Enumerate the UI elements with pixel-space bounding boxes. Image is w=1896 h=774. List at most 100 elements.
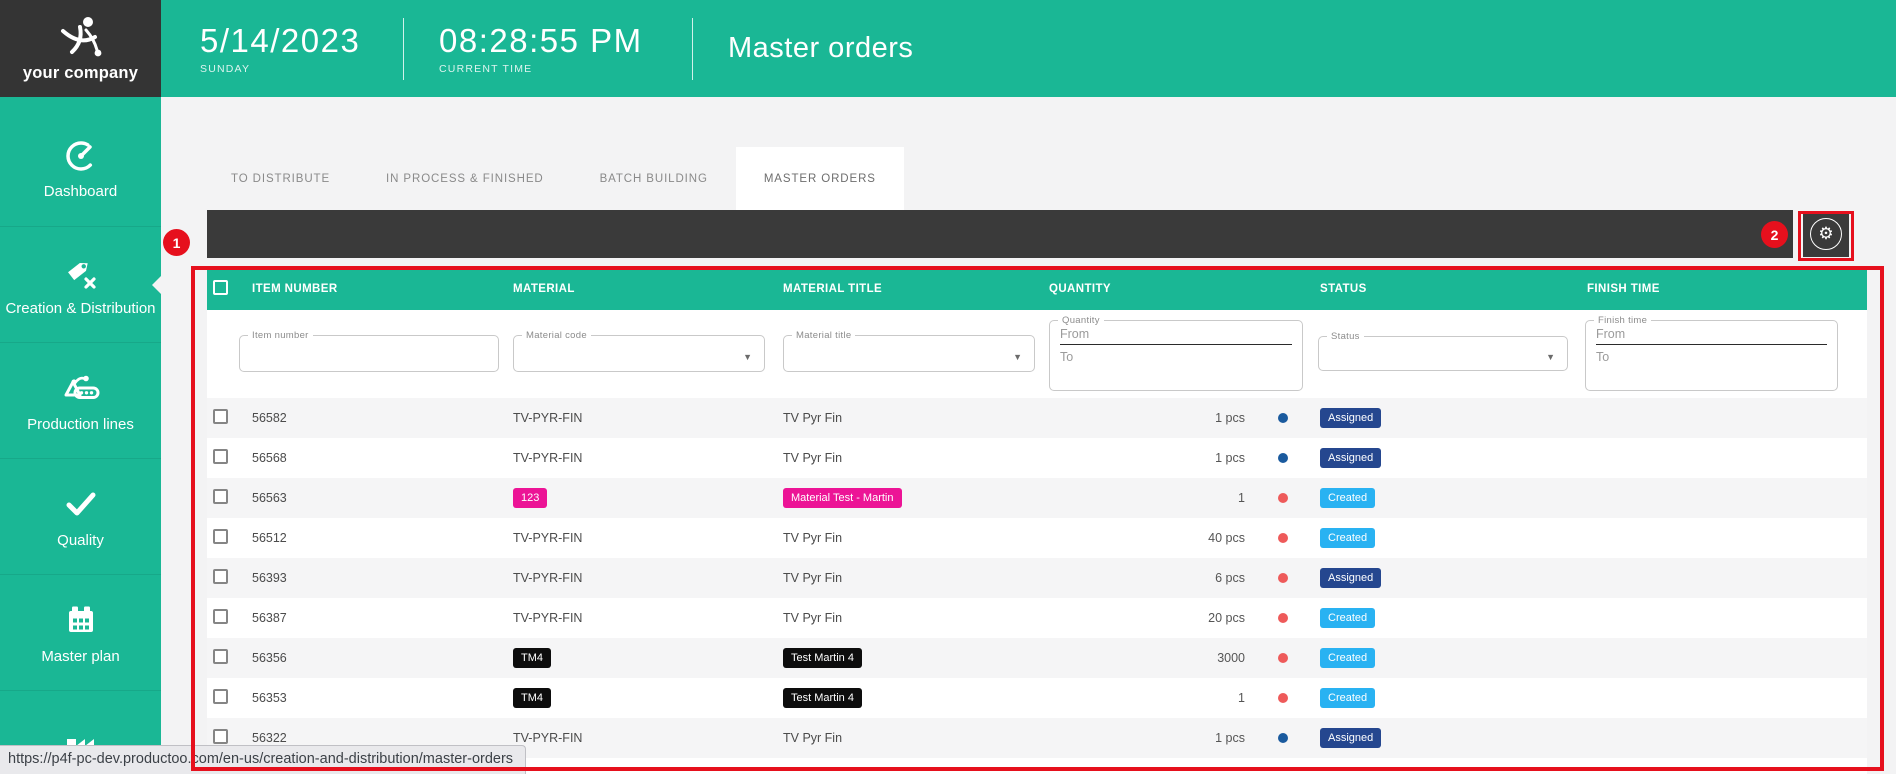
status-badge: Created [1320,688,1375,708]
cell-quantity: 1 pcs [1049,451,1245,465]
row-checkbox[interactable] [213,609,228,624]
sidebar-item-label: Creation & Distribution [5,300,155,317]
top-header: 5/14/2023 SUNDAY 08:28:55 PM CURRENT TIM… [161,0,1896,97]
table-row[interactable]: 56512 TV-PYR-FIN TV Pyr Fin 40 pcs Creat… [207,518,1867,558]
table-row[interactable]: 56356 TM4 Test Martin 4 3000 Created [207,638,1867,678]
table-row[interactable]: 56387 TV-PYR-FIN TV Pyr Fin 20 pcs Creat… [207,598,1867,638]
tab-master-orders[interactable]: MASTER ORDERS [736,147,904,210]
app-screen: your company 5/14/2023 SUNDAY 08:28:55 P… [0,0,1896,774]
quantity-to-input[interactable]: To [1060,350,1292,364]
sidebar-item-production-lines[interactable]: Production lines [0,342,161,458]
chevron-down-icon[interactable]: ▼ [1546,352,1555,362]
table-row[interactable]: 56582 TV-PYR-FIN TV Pyr Fin 1 pcs Assign… [207,398,1867,438]
cell-material: TM4 [513,648,783,668]
sidebar-item-master-plan[interactable]: Master plan [0,574,161,690]
status-dot-icon [1278,493,1288,503]
finish-time-filter[interactable]: Finish time From To [1585,315,1838,391]
current-time-label: CURRENT TIME [439,63,657,75]
cell-material-title: TV Pyr Fin [783,451,1049,465]
cell-material: TV-PYR-FIN [513,571,783,585]
sidebar-item-label: Dashboard [44,183,117,200]
material-code-filter-select[interactable]: Material code ▼ [513,330,765,372]
cell-material-title: TV Pyr Fin [783,411,1049,425]
table-row[interactable]: 56353 TM4 Test Martin 4 1 Created [207,678,1867,718]
chevron-down-icon[interactable]: ▼ [1013,352,1022,362]
date-block: 5/14/2023 SUNDAY [200,23,368,75]
chevron-down-icon[interactable]: ▼ [743,352,752,362]
gear-icon: ⚙ [1810,218,1842,250]
status-dot-icon [1278,653,1288,663]
company-logo[interactable]: your company [0,0,161,97]
cell-material: TV-PYR-FIN [513,451,783,465]
cell-material-title: TV Pyr Fin [783,571,1049,585]
table-row[interactable]: 56568 TV-PYR-FIN TV Pyr Fin 1 pcs Assign… [207,438,1867,478]
settings-button[interactable]: ⚙ [1803,211,1849,257]
row-checkbox[interactable] [213,729,228,744]
status-dot-icon [1278,613,1288,623]
row-checkbox[interactable] [213,689,228,704]
gauge-icon [63,137,99,173]
row-checkbox[interactable] [213,489,228,504]
tab-batch-building[interactable]: BATCH BUILDING [572,147,736,210]
check-icon [63,486,99,522]
cell-quantity: 1 pcs [1049,411,1245,425]
quantity-filter[interactable]: Quantity From To [1049,315,1303,391]
row-checkbox[interactable] [213,449,228,464]
calendar-icon [63,602,99,638]
sidebar-item-dashboard[interactable]: Dashboard [0,110,161,226]
cell-item-number: 56563 [243,491,513,505]
status-filter-select[interactable]: Status ▼ [1318,331,1568,371]
status-badge: Assigned [1320,408,1381,428]
row-checkbox[interactable] [213,409,228,424]
cell-material: TV-PYR-FIN [513,531,783,545]
cell-item-number: 56568 [243,451,513,465]
cell-material-title: TV Pyr Fin [783,611,1049,625]
cell-material-title: Test Martin 4 [783,688,1049,708]
master-orders-table: ITEM NUMBER MATERIAL MATERIAL TITLE QUAN… [207,268,1867,774]
column-header-finish-time: FINISH TIME [1587,283,1867,295]
table-header-row: ITEM NUMBER MATERIAL MATERIAL TITLE QUAN… [207,268,1867,310]
row-checkbox[interactable] [213,569,228,584]
cell-quantity: 1 [1049,491,1245,505]
cell-quantity: 1 pcs [1049,731,1245,745]
item-number-filter-input[interactable]: Item number [239,330,499,372]
time-block: 08:28:55 PM CURRENT TIME [439,23,657,75]
sidebar-item-label: Production lines [27,416,134,433]
status-dot-icon [1278,693,1288,703]
current-time: 08:28:55 PM [439,23,657,59]
material-title-filter-select[interactable]: Material title ▼ [783,330,1035,372]
header-divider [403,18,404,80]
status-dot-icon [1278,533,1288,543]
cell-material: TV-PYR-FIN [513,611,783,625]
row-checkbox[interactable] [213,649,228,664]
cell-item-number: 56387 [243,611,513,625]
column-header-material-title: MATERIAL TITLE [783,283,1049,295]
select-all-checkbox[interactable] [213,280,228,295]
table-row[interactable]: 56393 TV-PYR-FIN TV Pyr Fin 6 pcs Assign… [207,558,1867,598]
sidebar-item-creation-distribution[interactable]: Creation & Distribution [0,226,161,342]
cell-quantity: 20 pcs [1049,611,1245,625]
status-badge: Assigned [1320,568,1381,588]
sidebar-item-label: Quality [57,532,104,549]
cell-quantity: 1 [1049,691,1245,705]
status-badge: Created [1320,488,1375,508]
sidebar-item-label: Master plan [41,648,119,665]
cell-item-number: 56393 [243,571,513,585]
finish-time-to-input[interactable]: To [1596,350,1827,364]
sidebar-item-quality[interactable]: Quality [0,458,161,574]
column-header-item-number: ITEM NUMBER [243,283,513,295]
cell-item-number: 56512 [243,531,513,545]
tab-to-distribute[interactable]: TO DISTRIBUTE [203,147,358,210]
status-dot-icon [1278,733,1288,743]
column-header-material: MATERIAL [513,283,783,295]
status-badge: Created [1320,608,1375,628]
current-day: SUNDAY [200,63,368,75]
tab-in-process-finished[interactable]: IN PROCESS & FINISHED [358,147,572,210]
finish-time-from-input[interactable]: From [1596,327,1827,345]
cell-item-number: 56322 [243,731,513,745]
table-row[interactable]: 56563 123 Material Test - Martin 1 Creat… [207,478,1867,518]
quantity-from-input[interactable]: From [1060,327,1292,345]
column-header-status: STATUS [1320,283,1587,295]
row-checkbox[interactable] [213,529,228,544]
status-dot-icon [1278,413,1288,423]
